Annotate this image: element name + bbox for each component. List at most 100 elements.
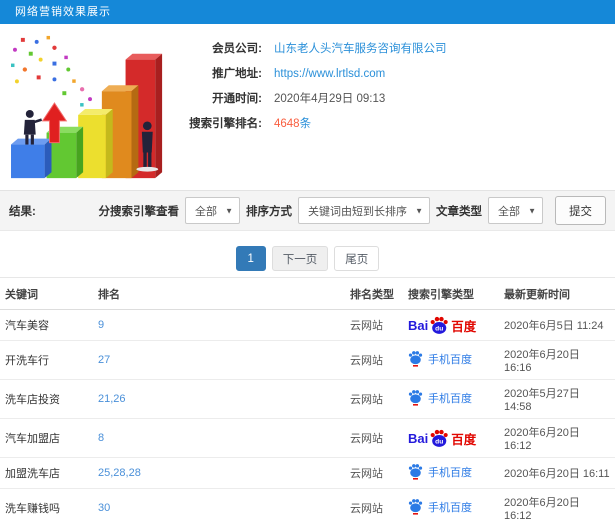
rank-cell: 8	[93, 418, 345, 458]
sort-select-value: 关键词由短到长排序	[308, 205, 407, 218]
chevron-down-icon: ▼	[528, 206, 536, 215]
info-row-rank-count: 搜索引擎排名: 4648 条	[180, 117, 615, 131]
chevron-down-icon: ▼	[415, 206, 423, 215]
keyword-cell: 洗车店投资	[0, 379, 93, 419]
member-info: 会员公司: 山东老人头汽车服务咨询有限公司 推广地址: https://www.…	[180, 30, 615, 190]
page-button-current[interactable]: 1	[235, 246, 266, 271]
info-row-open-time: 开通时间: 2020年4月29日 09:13	[180, 92, 615, 106]
mobile-baidu-paw-icon	[408, 351, 423, 367]
updated-cell: 2020年6月20日 16:12	[499, 488, 615, 520]
open-time-value: 2020年4月29日 09:13	[274, 93, 386, 105]
engine-cell: Bai du 百度	[403, 309, 499, 341]
mobile-baidu-logo: 手机百度	[408, 389, 472, 406]
bar-chart-graphic	[11, 35, 163, 179]
table-row: 洗车店投资 21,26 云网站 手机百度 2020年5月27日 14:58	[0, 379, 615, 419]
rank-cell: 25,28,28	[93, 457, 345, 489]
rank-type-cell: 云网站	[345, 418, 403, 458]
column-header: 关键词	[0, 277, 93, 310]
baidu-paw-icon: du	[430, 429, 448, 447]
table-row: 汽车加盟店 8 云网站 Bai du 百度 2020年6月20日 16:12	[0, 418, 615, 458]
promo-url-label: 推广地址:	[212, 68, 262, 80]
svg-text:du: du	[435, 326, 443, 333]
keyword-cell: 汽车加盟店	[0, 418, 93, 458]
rank-cell: 27	[93, 340, 345, 380]
rank-cell: 30	[93, 488, 345, 520]
next-page-button[interactable]: 下一页	[271, 246, 329, 271]
page-title: 网络营销效果展示	[15, 6, 111, 18]
summary-section: 会员公司: 山东老人头汽车服务咨询有限公司 推广地址: https://www.…	[0, 24, 615, 190]
company-link[interactable]: 山东老人头汽车服务咨询有限公司	[274, 42, 447, 56]
baidu-paw-icon: du	[430, 316, 448, 334]
info-row-url: 推广地址: https://www.lrtlsd.com	[180, 67, 615, 81]
bar-yellow	[78, 109, 113, 179]
info-row-company: 会员公司: 山东老人头汽车服务咨询有限公司	[180, 42, 615, 56]
mobile-baidu-paw-icon	[408, 390, 423, 406]
mobile-baidu-logo: 手机百度	[408, 350, 472, 367]
updated-cell: 2020年5月27日 14:58	[499, 379, 615, 419]
page-header: 网络营销效果展示	[0, 0, 615, 24]
last-page-button[interactable]: 尾页	[334, 246, 380, 271]
engine-cell: Bai du 百度	[403, 418, 499, 458]
baidu-logo: Bai du 百度	[408, 315, 476, 335]
column-header: 排名类型	[345, 277, 403, 310]
open-time-label: 开通时间:	[212, 93, 262, 105]
column-header: 最新更新时间	[499, 277, 615, 310]
rank-cell: 21,26	[93, 379, 345, 419]
table-row: 加盟洗车店 25,28,28 云网站 手机百度 2020年6月20日 16:11	[0, 457, 615, 489]
column-header: 排名	[93, 277, 345, 310]
growth-chart-illustration	[2, 30, 180, 188]
results-table: 关键词 排名 排名类型 搜索引擎类型 最新更新时间 汽车美容 9 云网站 Bai du 百度 202…	[0, 277, 615, 520]
rank-count-unit: 条	[299, 118, 312, 130]
page: 网络营销效果展示 会员公司: 山东老人头汽车服务咨询有限公司 推广地址: htt…	[0, 0, 615, 520]
baidu-logo: Bai du 百度	[408, 428, 476, 448]
updated-cell: 2020年6月5日 11:24	[499, 309, 615, 341]
sort-filter-label: 排序方式	[246, 205, 292, 218]
article-type-select[interactable]: 全部 ▼	[488, 197, 543, 224]
keyword-cell: 汽车美容	[0, 309, 93, 341]
promo-url-link[interactable]: https://www.lrtlsd.com	[274, 67, 385, 81]
column-header: 搜索引擎类型	[403, 277, 499, 310]
engine-cell: 手机百度	[403, 379, 499, 419]
updated-cell: 2020年6月20日 16:12	[499, 418, 615, 458]
table-body: 汽车美容 9 云网站 Bai du 百度 2020年6月5日 11:24 开洗车行 27 云网站手…	[0, 309, 615, 520]
article-type-select-value: 全部	[498, 205, 520, 218]
article-type-label: 文章类型	[436, 205, 482, 218]
rank-type-cell: 云网站	[345, 488, 403, 520]
svg-text:du: du	[435, 439, 443, 446]
company-label: 会员公司:	[212, 43, 262, 55]
filter-bar: 结果: 分搜索引擎查看 全部 ▼ 排序方式 关键词由短到长排序 ▼ 文章类型 全…	[0, 190, 615, 231]
rank-type-cell: 云网站	[345, 457, 403, 489]
mobile-baidu-paw-icon	[408, 499, 423, 515]
table-header-row: 关键词 排名 排名类型 搜索引擎类型 最新更新时间	[0, 277, 615, 310]
mobile-baidu-logo: 手机百度	[408, 463, 472, 480]
updated-cell: 2020年6月20日 16:16	[499, 340, 615, 380]
submit-button[interactable]: 提交	[555, 196, 606, 225]
chevron-down-icon: ▼	[225, 206, 233, 215]
rank-type-cell: 云网站	[345, 379, 403, 419]
keyword-cell: 加盟洗车店	[0, 457, 93, 489]
engine-cell: 手机百度	[403, 340, 499, 380]
result-label: 结果:	[9, 205, 36, 218]
rank-type-cell: 云网站	[345, 340, 403, 380]
engine-filter-label: 分搜索引擎查看	[98, 205, 180, 218]
filter-controls: 分搜索引擎查看 全部 ▼ 排序方式 关键词由短到长排序 ▼ 文章类型 全部 ▼ …	[98, 196, 606, 225]
engine-cell: 手机百度	[403, 488, 499, 520]
table-row: 开洗车行 27 云网站 手机百度 2020年6月20日 16:16	[0, 340, 615, 380]
mobile-baidu-logo: 手机百度	[408, 498, 472, 515]
engine-cell: 手机百度	[403, 457, 499, 489]
keyword-cell: 开洗车行	[0, 340, 93, 380]
table-row: 洗车赚钱吗 30 云网站 手机百度 2020年6月20日 16:12	[0, 488, 615, 520]
rank-cell: 9	[93, 309, 345, 341]
updated-cell: 2020年6月20日 16:11	[499, 457, 615, 489]
engine-select-value: 全部	[195, 205, 217, 218]
mobile-baidu-paw-icon	[408, 464, 423, 480]
confetti-dots	[11, 35, 92, 107]
rank-type-cell: 云网站	[345, 309, 403, 341]
rank-count-label: 搜索引擎排名:	[189, 118, 262, 130]
pagination: 1 下一页 尾页	[0, 246, 615, 271]
rank-count-value: 4648	[274, 118, 300, 130]
table-row: 汽车美容 9 云网站 Bai du 百度 2020年6月5日 11:24	[0, 309, 615, 341]
keyword-cell: 洗车赚钱吗	[0, 488, 93, 520]
engine-select[interactable]: 全部 ▼	[185, 197, 240, 224]
sort-select[interactable]: 关键词由短到长排序 ▼	[298, 197, 430, 224]
